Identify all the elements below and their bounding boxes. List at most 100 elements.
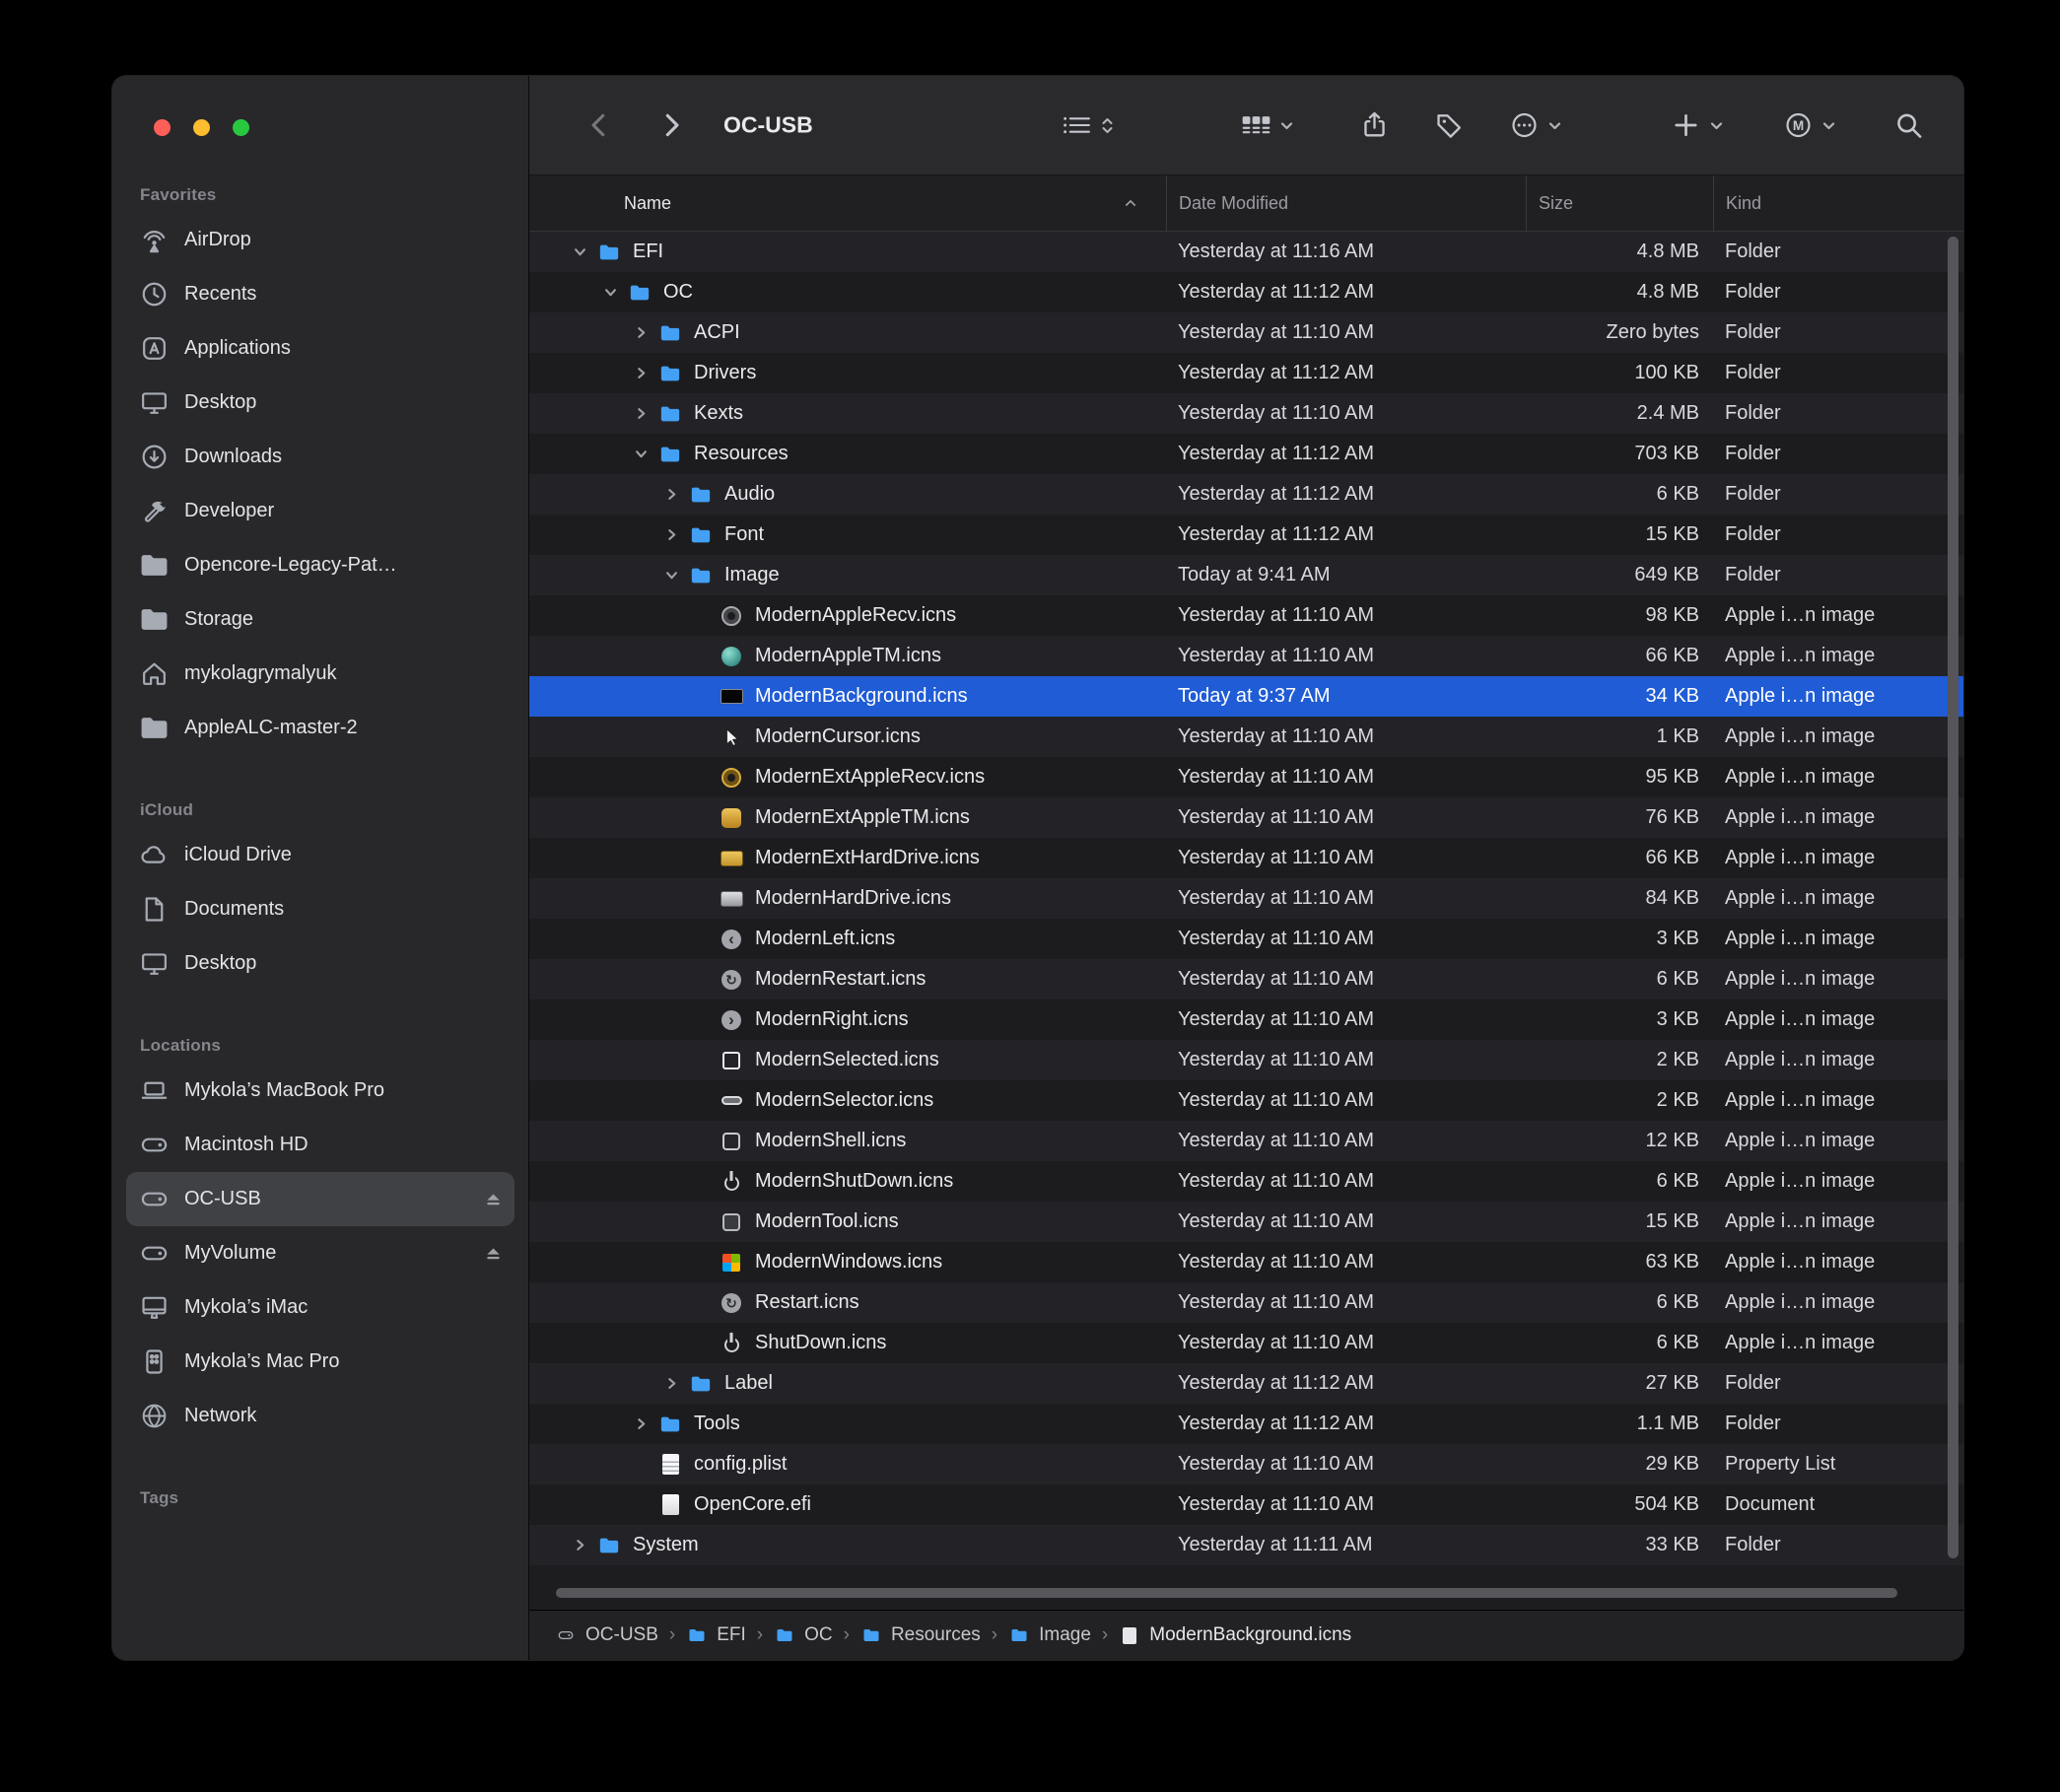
sidebar-item-mykolagrymalyuk[interactable]: mykolagrymalyuk — [126, 647, 515, 701]
file-row-image[interactable]: ImageToday at 9:41 AM649 KBFolder — [529, 555, 1963, 595]
new-item-button[interactable] — [1671, 110, 1725, 141]
path-item-resources[interactable]: Resources — [860, 1624, 981, 1646]
sidebar-item-mykola-s-macbook-pro[interactable]: Mykola’s MacBook Pro — [126, 1064, 515, 1118]
eject-icon[interactable] — [482, 1188, 505, 1210]
minimize-button[interactable] — [193, 119, 210, 136]
view-options-button[interactable] — [1062, 110, 1116, 141]
file-row-modernextharddrive-icns[interactable]: ModernExtHardDrive.icnsYesterday at 11:1… — [529, 838, 1963, 878]
file-row-modernleft-icns[interactable]: ModernLeft.icnsYesterday at 11:10 AM3 KB… — [529, 919, 1963, 959]
file-row-modernapplerecv-icns[interactable]: ModernAppleRecv.icnsYesterday at 11:10 A… — [529, 595, 1963, 636]
path-item-image[interactable]: Image — [1008, 1624, 1091, 1646]
disclosure-triangle-icon[interactable] — [565, 1539, 595, 1551]
file-row-modernselected-icns[interactable]: ModernSelected.icnsYesterday at 11:10 AM… — [529, 1040, 1963, 1080]
column-header-size[interactable]: Size — [1526, 175, 1713, 231]
close-button[interactable] — [154, 119, 171, 136]
file-row-modernharddrive-icns[interactable]: ModernHardDrive.icnsYesterday at 11:10 A… — [529, 878, 1963, 919]
file-row-modernright-icns[interactable]: ModernRight.icnsYesterday at 11:10 AM3 K… — [529, 999, 1963, 1040]
eject-icon[interactable] — [482, 1242, 505, 1265]
file-row-moderncursor-icns[interactable]: ModernCursor.icnsYesterday at 11:10 AM1 … — [529, 717, 1963, 757]
sidebar-item-storage[interactable]: Storage — [126, 592, 515, 647]
file-row-label[interactable]: LabelYesterday at 11:12 AM27 KBFolder — [529, 1363, 1963, 1404]
forward-button[interactable] — [655, 110, 686, 141]
sidebar-section-favorites: FavoritesAirDropRecentsApplicationsDeskt… — [126, 185, 515, 755]
file-row-modernwindows-icns[interactable]: ModernWindows.icnsYesterday at 11:10 AM6… — [529, 1242, 1963, 1282]
sidebar-item-mykola-s-mac-pro[interactable]: Mykola’s Mac Pro — [126, 1335, 515, 1389]
sidebar-item-macintosh-hd[interactable]: Macintosh HD — [126, 1118, 515, 1172]
file-row-kexts[interactable]: KextsYesterday at 11:10 AM2.4 MBFolder — [529, 393, 1963, 434]
file-row-modernbackground-icns[interactable]: ModernBackground.icnsToday at 9:37 AM34 … — [529, 676, 1963, 717]
file-row-system[interactable]: SystemYesterday at 11:11 AM33 KBFolder — [529, 1525, 1963, 1565]
column-header-date-modified[interactable]: Date Modified — [1166, 175, 1526, 231]
sidebar-item-developer[interactable]: Developer — [126, 484, 515, 538]
file-row-modernshell-icns[interactable]: ModernShell.icnsYesterday at 11:10 AM12 … — [529, 1121, 1963, 1161]
search-button[interactable] — [1893, 110, 1924, 141]
file-row-modernrestart-icns[interactable]: ModernRestart.icnsYesterday at 11:10 AM6… — [529, 959, 1963, 999]
disclosure-triangle-icon[interactable] — [626, 407, 656, 420]
more-actions-button[interactable] — [1509, 110, 1563, 141]
file-row-oc[interactable]: OCYesterday at 11:12 AM4.8 MBFolder — [529, 272, 1963, 312]
zoom-button[interactable] — [233, 119, 249, 136]
sidebar-item-label: Mykola’s iMac — [184, 1296, 505, 1319]
sidebar-item-network[interactable]: Network — [126, 1389, 515, 1443]
file-row-resources[interactable]: ResourcesYesterday at 11:12 AM703 KBFold… — [529, 434, 1963, 474]
path-item-modernbackground-icns[interactable]: ModernBackground.icns — [1119, 1624, 1351, 1646]
sidebar-item-documents[interactable]: Documents — [126, 882, 515, 936]
disclosure-triangle-icon[interactable] — [565, 245, 595, 258]
file-row-drivers[interactable]: DriversYesterday at 11:12 AM100 KBFolder — [529, 353, 1963, 393]
sidebar-item-downloads[interactable]: Downloads — [126, 430, 515, 484]
disclosure-triangle-icon[interactable] — [656, 569, 687, 582]
sidebar-item-icloud-drive[interactable]: iCloud Drive — [126, 828, 515, 882]
folder-icon — [774, 1625, 795, 1645]
sidebar-item-applications[interactable]: Applications — [126, 321, 515, 376]
disclosure-triangle-icon[interactable] — [626, 1417, 656, 1430]
back-button[interactable] — [584, 110, 615, 141]
group-button[interactable] — [1241, 110, 1295, 141]
path-item-oc[interactable]: OC — [774, 1624, 833, 1646]
disclosure-triangle-icon[interactable] — [656, 488, 687, 501]
column-header-kind[interactable]: Kind — [1713, 175, 1963, 231]
sidebar-item-mykola-s-imac[interactable]: Mykola’s iMac — [126, 1280, 515, 1335]
account-button[interactable]: M — [1783, 110, 1837, 141]
disclosure-triangle-icon[interactable] — [626, 326, 656, 339]
sidebar-item-airdrop[interactable]: AirDrop — [126, 213, 515, 267]
sidebar-item-opencore-legacy-pat[interactable]: Opencore-Legacy-Pat… — [126, 538, 515, 592]
sidebar-item-desktop[interactable]: Desktop — [126, 936, 515, 991]
sidebar-item-label: Desktop — [184, 952, 505, 975]
file-row-modernselector-icns[interactable]: ModernSelector.icnsYesterday at 11:10 AM… — [529, 1080, 1963, 1121]
tags-button[interactable] — [1434, 110, 1465, 141]
column-header-name[interactable]: Name — [529, 175, 1166, 231]
sidebar-item-applealc-master-2[interactable]: AppleALC-master-2 — [126, 701, 515, 755]
disclosure-triangle-icon[interactable] — [656, 528, 687, 541]
vertical-scrollbar[interactable] — [1948, 237, 1958, 1558]
file-row-opencore-efi[interactable]: OpenCore.efiYesterday at 11:10 AM504 KBD… — [529, 1484, 1963, 1525]
file-row-acpi[interactable]: ACPIYesterday at 11:10 AMZero bytesFolde… — [529, 312, 1963, 353]
file-name-cell: System — [529, 1533, 1166, 1558]
file-row-shutdown-icns[interactable]: ShutDown.icnsYesterday at 11:10 AM6 KBAp… — [529, 1323, 1963, 1363]
file-row-tools[interactable]: ToolsYesterday at 11:12 AM1.1 MBFolder — [529, 1404, 1963, 1444]
file-name: Audio — [724, 483, 775, 506]
file-name-cell: OpenCore.efi — [529, 1492, 1166, 1518]
disclosure-triangle-icon[interactable] — [626, 448, 656, 460]
file-row-restart-icns[interactable]: Restart.icnsYesterday at 11:10 AM6 KBApp… — [529, 1282, 1963, 1323]
path-item-efi[interactable]: EFI — [686, 1624, 746, 1646]
file-row-moderntool-icns[interactable]: ModernTool.icnsYesterday at 11:10 AM15 K… — [529, 1202, 1963, 1242]
file-row-modernextapplerecv-icns[interactable]: ModernExtAppleRecv.icnsYesterday at 11:1… — [529, 757, 1963, 797]
file-row-font[interactable]: FontYesterday at 11:12 AM15 KBFolder — [529, 515, 1963, 555]
sidebar-item-desktop[interactable]: Desktop — [126, 376, 515, 430]
file-name-cell: Image — [529, 563, 1166, 588]
disclosure-triangle-icon[interactable] — [595, 286, 626, 299]
sidebar-item-recents[interactable]: Recents — [126, 267, 515, 321]
file-row-modernextappletm-icns[interactable]: ModernExtAppleTM.icnsYesterday at 11:10 … — [529, 797, 1963, 838]
file-row-modernappletm-icns[interactable]: ModernAppleTM.icnsYesterday at 11:10 AM6… — [529, 636, 1963, 676]
path-item-oc-usb[interactable]: OC-USB — [555, 1624, 658, 1646]
sidebar-item-myvolume[interactable]: MyVolume — [126, 1226, 515, 1280]
horizontal-scrollbar[interactable] — [556, 1588, 1897, 1598]
disclosure-triangle-icon[interactable] — [626, 367, 656, 379]
share-button[interactable] — [1359, 110, 1390, 141]
sidebar-item-oc-usb[interactable]: OC-USB — [126, 1172, 515, 1226]
file-row-efi[interactable]: EFIYesterday at 11:16 AM4.8 MBFolder — [529, 232, 1963, 272]
file-row-modernshutdown-icns[interactable]: ModernShutDown.icnsYesterday at 11:10 AM… — [529, 1161, 1963, 1202]
file-row-config-plist[interactable]: config.plistYesterday at 11:10 AM29 KBPr… — [529, 1444, 1963, 1484]
disclosure-triangle-icon[interactable] — [656, 1377, 687, 1390]
file-row-audio[interactable]: AudioYesterday at 11:12 AM6 KBFolder — [529, 474, 1963, 515]
